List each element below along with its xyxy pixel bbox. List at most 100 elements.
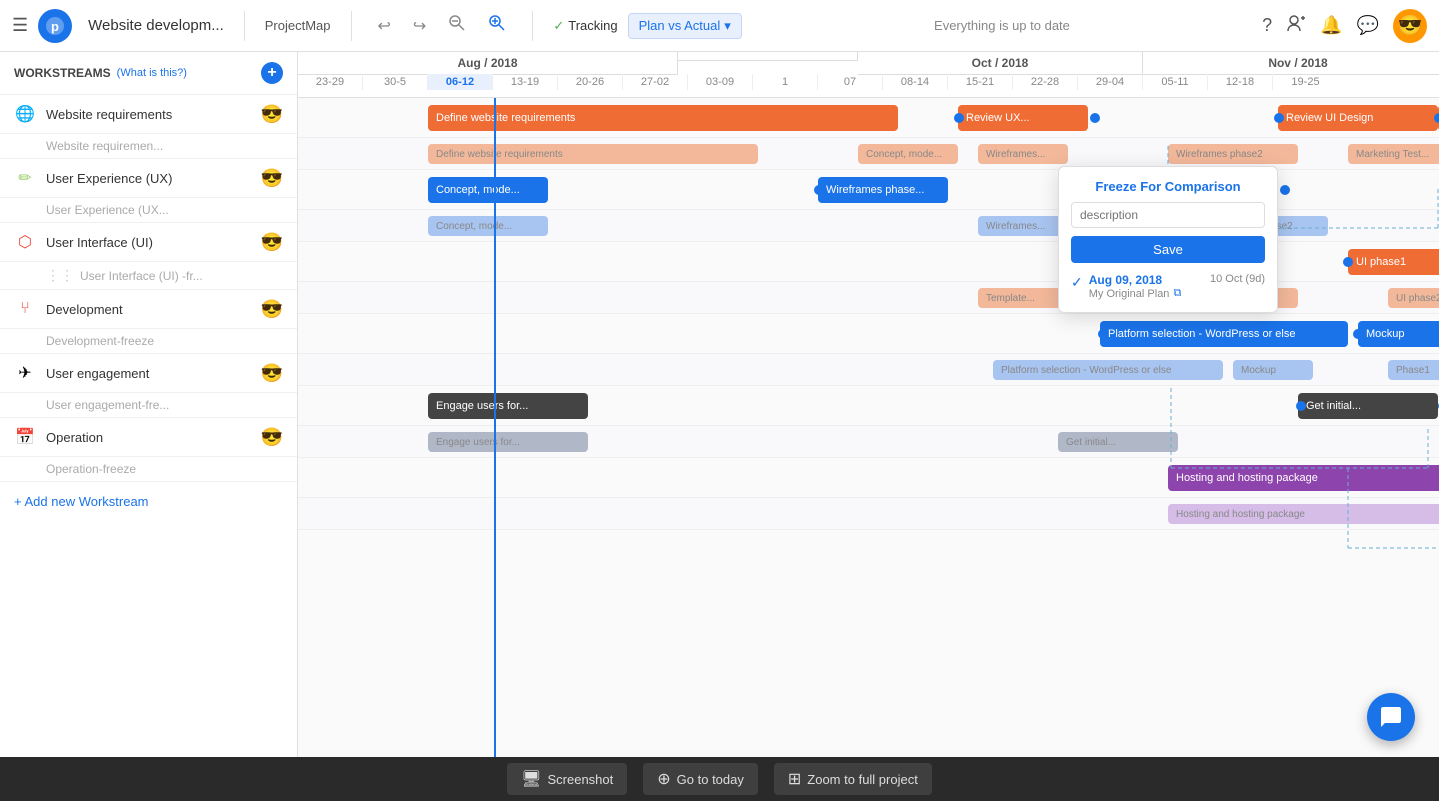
- week-label: 12-18: [1208, 74, 1273, 90]
- nav-divider2: [351, 11, 352, 41]
- ux-avatar: 😎: [261, 168, 283, 189]
- week-label: 03-09: [688, 74, 753, 90]
- mockup-bar[interactable]: Mockup: [1358, 321, 1439, 347]
- main-layout: WORKSTREAMS (What is this?) + 🌐 Website …: [0, 52, 1439, 757]
- gantt-row-operation-freeze: Hosting and hosting package Set up on th…: [298, 498, 1439, 530]
- plan-vs-actual-dropdown[interactable]: Plan vs Actual ▾: [628, 13, 742, 39]
- screenshot-button[interactable]: 🖥 Screenshot: [507, 763, 627, 795]
- timeline-header: Aug / 2018 Oct / 2018 Nov / 2018 23-29 3…: [298, 52, 1439, 98]
- sidebar-item-operation[interactable]: 📅 Operation 😎: [0, 418, 297, 457]
- zoom-full-button[interactable]: ⊞ Zoom to full project: [774, 763, 932, 795]
- goto-today-button[interactable]: ⊕ Go to today: [643, 763, 758, 795]
- sidebar-header: WORKSTREAMS (What is this?) +: [0, 52, 297, 95]
- freeze-popup-title: Freeze For Comparison: [1071, 179, 1265, 194]
- engagement-avatar: 😎: [261, 363, 283, 384]
- workstream-name-operation: Operation: [46, 430, 251, 445]
- freeze-row-engagement: User engagement-fre...: [0, 393, 297, 418]
- week-label: 08-14: [883, 74, 948, 90]
- gantt-row-dev-freeze: Platform selection - WordPress or else M…: [298, 354, 1439, 386]
- workstream-name-ui: User Interface (UI): [46, 235, 251, 250]
- redo-button[interactable]: ↪: [407, 12, 432, 40]
- define-website-req-bar[interactable]: Define website requirements: [428, 105, 898, 131]
- aug-month-label: Aug / 2018: [298, 52, 678, 75]
- chat-icon[interactable]: 💬: [1357, 15, 1379, 36]
- wireframes-bar[interactable]: Wireframes phase...: [818, 177, 948, 203]
- week-label: 22-28: [1013, 74, 1078, 90]
- dev-avatar: 😎: [261, 299, 283, 320]
- notifications-icon[interactable]: 🔔: [1320, 15, 1342, 36]
- sidebar: WORKSTREAMS (What is this?) + 🌐 Website …: [0, 52, 298, 757]
- hosting-bar[interactable]: Hosting and hosting package: [1168, 465, 1439, 491]
- goto-today-label: Go to today: [677, 772, 744, 787]
- freeze-description-input[interactable]: [1071, 202, 1265, 228]
- top-navigation: ☰ p Website developm... ProjectMap ↩ ↪ ✓…: [0, 0, 1439, 52]
- wireframes-freeze-bar: Wireframes...: [978, 144, 1068, 164]
- freeze-row-website-req: Website requiremen...: [0, 134, 297, 159]
- dev-icon: ⑂: [14, 298, 36, 320]
- week-label: 15-21: [948, 74, 1013, 90]
- gantt-row-engagement-freeze: Engage users for... Get initial... Get e…: [298, 426, 1439, 458]
- today-line: Today: [494, 98, 496, 757]
- add-user-icon[interactable]: [1286, 13, 1306, 38]
- workstreams-label: WORKSTREAMS: [14, 66, 111, 80]
- add-workstream-link[interactable]: + Add new Workstream: [0, 482, 297, 521]
- project-title: Website developm...: [88, 17, 224, 34]
- wireframes-dot: [814, 185, 824, 195]
- freeze-row-operation: Operation-freeze: [0, 457, 297, 482]
- hosting-freeze: Hosting and hosting package: [1168, 504, 1439, 524]
- zoom-in-button[interactable]: [482, 10, 512, 41]
- sidebar-item-website-requirements[interactable]: 🌐 Website requirements 😎: [0, 95, 297, 134]
- ui-phase1-bar[interactable]: UI phase1: [1348, 249, 1439, 275]
- help-icon[interactable]: ?: [1262, 15, 1272, 36]
- freeze-row-ux: User Experience (UX...: [0, 198, 297, 223]
- review-ux-bar[interactable]: Review UX...: [958, 105, 1088, 131]
- freeze-row-ui: ⋮⋮ User Interface (UI) -fr...: [0, 262, 297, 290]
- wireframes2-end-dot: [1280, 185, 1290, 195]
- nav-divider: [244, 11, 245, 41]
- ui-phase2-freeze: UI phase2: [1388, 288, 1439, 308]
- goto-today-icon: ⊕: [657, 769, 670, 789]
- globe-icon: 🌐: [14, 103, 36, 125]
- week-label: 20-26: [558, 74, 623, 90]
- get-initial-bar[interactable]: Get initial...: [1298, 393, 1438, 419]
- zoom-full-label: Zoom to full project: [807, 772, 918, 787]
- week-label: 19-25: [1273, 74, 1338, 90]
- operation-avatar: 😎: [261, 427, 283, 448]
- sep-month-label: [678, 52, 858, 61]
- menu-icon[interactable]: ☰: [12, 15, 28, 36]
- ui-phase1-start-dot: [1343, 257, 1353, 267]
- engage-users-bar[interactable]: Engage users for...: [428, 393, 588, 419]
- zoom-out-button[interactable]: [442, 10, 472, 41]
- freeze-row-operation-label: Operation-freeze: [46, 462, 136, 476]
- app-logo: p: [38, 9, 72, 43]
- concept-mode-bar[interactable]: Concept, mode...: [428, 177, 548, 203]
- ux-icon: ✏: [14, 167, 36, 189]
- add-workstream-button[interactable]: +: [261, 62, 283, 84]
- review-ui-design-bar[interactable]: Review UI Design: [1278, 105, 1438, 131]
- undo-button[interactable]: ↩: [372, 12, 397, 40]
- chat-bubble-button[interactable]: [1367, 693, 1415, 741]
- week-label: 1: [753, 74, 818, 90]
- platform-selection-bar[interactable]: Platform selection - WordPress or else: [1100, 321, 1348, 347]
- screenshot-label: Screenshot: [547, 772, 613, 787]
- sidebar-item-ux[interactable]: ✏ User Experience (UX) 😎: [0, 159, 297, 198]
- sidebar-item-ui[interactable]: ⬡ User Interface (UI) 😎: [0, 223, 297, 262]
- what-is-this-link[interactable]: (What is this?): [117, 67, 187, 79]
- freeze-link-icon[interactable]: ⧉: [1173, 287, 1181, 300]
- sidebar-item-development[interactable]: ⑂ Development 😎: [0, 290, 297, 329]
- concept-freeze-bar: Concept, mode...: [428, 216, 548, 236]
- ui-icon: ⬡: [14, 231, 36, 253]
- user-avatar[interactable]: 😎: [1393, 9, 1427, 43]
- sidebar-item-engagement[interactable]: ✈ User engagement 😎: [0, 354, 297, 393]
- drag-handle-icon[interactable]: ⋮⋮: [46, 267, 74, 284]
- svg-text:p: p: [51, 19, 59, 34]
- freeze-comparison-popup[interactable]: Freeze For Comparison Save ✓ Aug 09, 201…: [1058, 166, 1278, 313]
- chevron-down-icon: ▾: [724, 18, 731, 34]
- freeze-save-button[interactable]: Save: [1071, 236, 1265, 263]
- today-week-label: 06-12: [428, 74, 493, 90]
- bar-dot-4: [1434, 113, 1439, 123]
- operation-icon: 📅: [14, 426, 36, 448]
- week-labels-row: 23-29 30-5 06-12 13-19 20-26 27-02 03-09…: [298, 74, 1439, 90]
- tracking-status: ✓ Tracking: [553, 18, 617, 34]
- freeze-popup-saved-item: ✓ Aug 09, 2018 My Original Plan ⧉ 10 Oct…: [1071, 273, 1265, 300]
